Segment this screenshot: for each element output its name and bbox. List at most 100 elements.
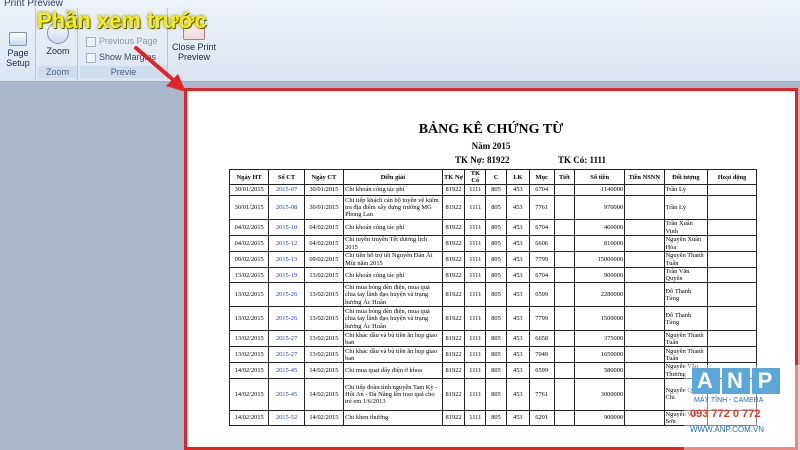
- table-row: 30/01/2015 2015-07 30/01/2015 Chi khoán côn…: [228, 184, 757, 196]
- table-cell: 1111: [464, 195, 487, 220]
- table-cell: 81922: [441, 346, 466, 364]
- table-cell[interactable]: 2015-07: [268, 184, 305, 196]
- table-cell: 453: [505, 251, 530, 268]
- table-row: 04/02/2015 2015-12 04/02/2015 Chi tuyên tru…: [228, 235, 757, 252]
- page-setup-icon: [9, 32, 27, 46]
- table-cell: 805: [485, 409, 507, 427]
- table-row: 13/02/2015 2015-27 13/02/2015 Chi khác dầu …: [228, 346, 757, 364]
- table-cell: 1111: [464, 282, 487, 308]
- table-cell: 13/02/2015: [303, 346, 345, 364]
- table-cell: [553, 266, 576, 284]
- page-setup-button[interactable]: Page Setup: [2, 32, 34, 68]
- column-header: Mục: [528, 169, 555, 185]
- table-cell: 7761: [528, 377, 555, 411]
- table-cell: 805: [485, 346, 507, 364]
- previous-page-button[interactable]: Previous Page: [86, 36, 158, 47]
- table-cell: 30/01/2015: [228, 184, 270, 196]
- table-cell: 81922: [441, 235, 466, 252]
- close-print-preview-label: Close Print Preview: [171, 42, 216, 62]
- table-cell: 453: [505, 377, 530, 411]
- table-cell[interactable]: 2015-13: [268, 251, 305, 268]
- table-row: 13/02/2015 2015-26 13/02/2015 Chi mua bóng …: [228, 306, 757, 332]
- watermark-subtitle: MÁY TÍNH - CAMERA: [694, 397, 764, 404]
- table-cell: 13/02/2015: [303, 330, 345, 348]
- table-cell: 81922: [441, 362, 466, 379]
- table-cell: 04/02/2015: [228, 219, 270, 236]
- table-cell[interactable]: 2015-26: [268, 306, 305, 332]
- table-cell: 81922: [441, 306, 466, 332]
- table-cell[interactable]: 2015-19: [268, 266, 305, 284]
- table-cell[interactable]: 2015-08: [268, 195, 305, 220]
- table-cell[interactable]: 2015-27: [268, 346, 305, 364]
- table-cell[interactable]: 2015-45: [268, 362, 305, 379]
- table-cell: 14/02/2015: [303, 362, 345, 379]
- table-cell: 81922: [441, 266, 466, 284]
- table-cell: 7799: [528, 306, 555, 332]
- table-body: 30/01/2015 2015-07 30/01/2015 Chi khoán côn…: [228, 184, 757, 427]
- table-cell: [553, 235, 576, 252]
- table-cell: 1111: [464, 377, 487, 411]
- table-cell[interactable]: 2015-10: [268, 219, 305, 236]
- table-cell: [707, 195, 757, 220]
- table-cell[interactable]: 2015-27: [268, 330, 305, 348]
- table-cell: 3000000: [574, 377, 626, 411]
- document-tk-co: TK Có: 1111: [558, 155, 607, 165]
- table-cell: [624, 195, 665, 220]
- table-cell: 13/02/2015: [303, 282, 345, 308]
- table-cell: Chi tiếp đoàn tình nguyện Tam Kỳ - Hội A…: [343, 377, 443, 411]
- table-cell[interactable]: 2015-12: [268, 235, 305, 252]
- table-cell: [707, 235, 757, 252]
- table-cell: 805: [485, 362, 507, 379]
- table-cell: 900000: [574, 266, 626, 284]
- table-cell: 14/02/2015: [228, 409, 270, 427]
- table-row: 30/01/2015 2015-08 30/01/2015 Chi tiếp khác…: [228, 195, 757, 220]
- table-cell: Chi tiền hỗ trợ tết Nguyên Đán Ất Mùi nă…: [343, 251, 443, 268]
- table-cell: 805: [485, 184, 507, 196]
- table-cell: [553, 362, 576, 379]
- table-cell: 805: [485, 219, 507, 236]
- column-header: Đối tượng: [663, 169, 709, 185]
- table-cell: [624, 409, 665, 427]
- table-cell: 460000: [574, 219, 626, 236]
- table-cell: 805: [485, 377, 507, 411]
- preview-group-label: Previe: [80, 66, 167, 78]
- table-cell: Chi mua bóng đèn điện, mua quà chia tay …: [343, 306, 443, 332]
- show-margins-checkbox[interactable]: Show Margins: [86, 52, 156, 63]
- table-cell: 453: [505, 282, 530, 308]
- table-cell: [707, 306, 757, 332]
- column-header: Ngày HT: [228, 169, 270, 185]
- table-cell: Chi tuyên truyền Tết dương lịch 2015: [343, 235, 443, 252]
- table-cell[interactable]: 2015-45: [268, 377, 305, 411]
- table-row: 13/02/2015 2015-19 13/02/2015 Chi khoán côn…: [228, 266, 757, 284]
- table-cell: [707, 330, 757, 348]
- table-cell: 805: [485, 306, 507, 332]
- table-cell: 14/02/2015: [228, 377, 270, 411]
- table-cell: Chi khoán công tác phí: [343, 266, 443, 284]
- table-cell: 13/02/2015: [303, 306, 345, 332]
- table-cell: 14/02/2015: [303, 409, 345, 427]
- zoom-group-label: Zoom: [38, 66, 77, 78]
- table-cell: [553, 251, 576, 268]
- table-cell: 13/02/2015: [303, 266, 345, 284]
- column-header: LK: [505, 169, 530, 185]
- table-cell: Nguyễn Xuân Hòa: [663, 235, 709, 252]
- table-cell: 805: [485, 282, 507, 308]
- table-cell: 580000: [574, 362, 626, 379]
- anp-watermark: ANP MÁY TÍNH - CAMERA 093 772 0 772 WWW.…: [684, 365, 800, 450]
- table-row: 13/02/2015 2015-26 13/02/2015 Chi mua bóng …: [228, 282, 757, 308]
- table-cell: 04/02/2015: [303, 235, 345, 252]
- table-cell: 900000: [574, 409, 626, 427]
- table-cell: 6201: [528, 409, 555, 427]
- table-cell: 14/02/2015: [228, 362, 270, 379]
- table-cell: [553, 195, 576, 220]
- table-cell[interactable]: 2015-52: [268, 409, 305, 427]
- table-cell: 1111: [464, 251, 487, 268]
- table-cell[interactable]: 2015-26: [268, 282, 305, 308]
- table-cell: 453: [505, 362, 530, 379]
- table-cell: 81922: [441, 184, 466, 196]
- table-cell: 81922: [441, 330, 466, 348]
- table-cell: [553, 184, 576, 196]
- table-cell: [707, 282, 757, 308]
- table-cell: 453: [505, 409, 530, 427]
- table-cell: 13/02/2015: [228, 266, 270, 284]
